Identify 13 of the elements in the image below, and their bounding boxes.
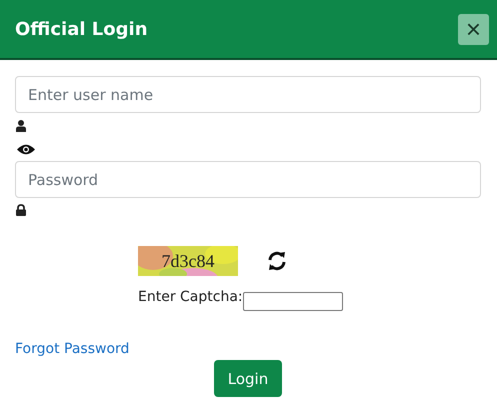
captcha-image: 7d3c84 <box>138 246 238 276</box>
user-icon <box>16 120 26 132</box>
dialog-title: Official Login <box>15 18 148 40</box>
captcha-field[interactable] <box>242 292 343 311</box>
close-button[interactable]: × <box>458 14 489 44</box>
lock-icon <box>16 204 26 216</box>
login-button[interactable]: Login <box>214 360 282 397</box>
forgot-password-link[interactable]: Forgot Password <box>15 341 130 357</box>
password-field[interactable]: Password <box>15 161 481 198</box>
eye-icon <box>17 144 35 155</box>
captcha-label: Enter Captcha: <box>138 289 243 305</box>
username-field[interactable]: Enter user name <box>15 76 481 113</box>
refresh-icon[interactable] <box>267 251 287 271</box>
